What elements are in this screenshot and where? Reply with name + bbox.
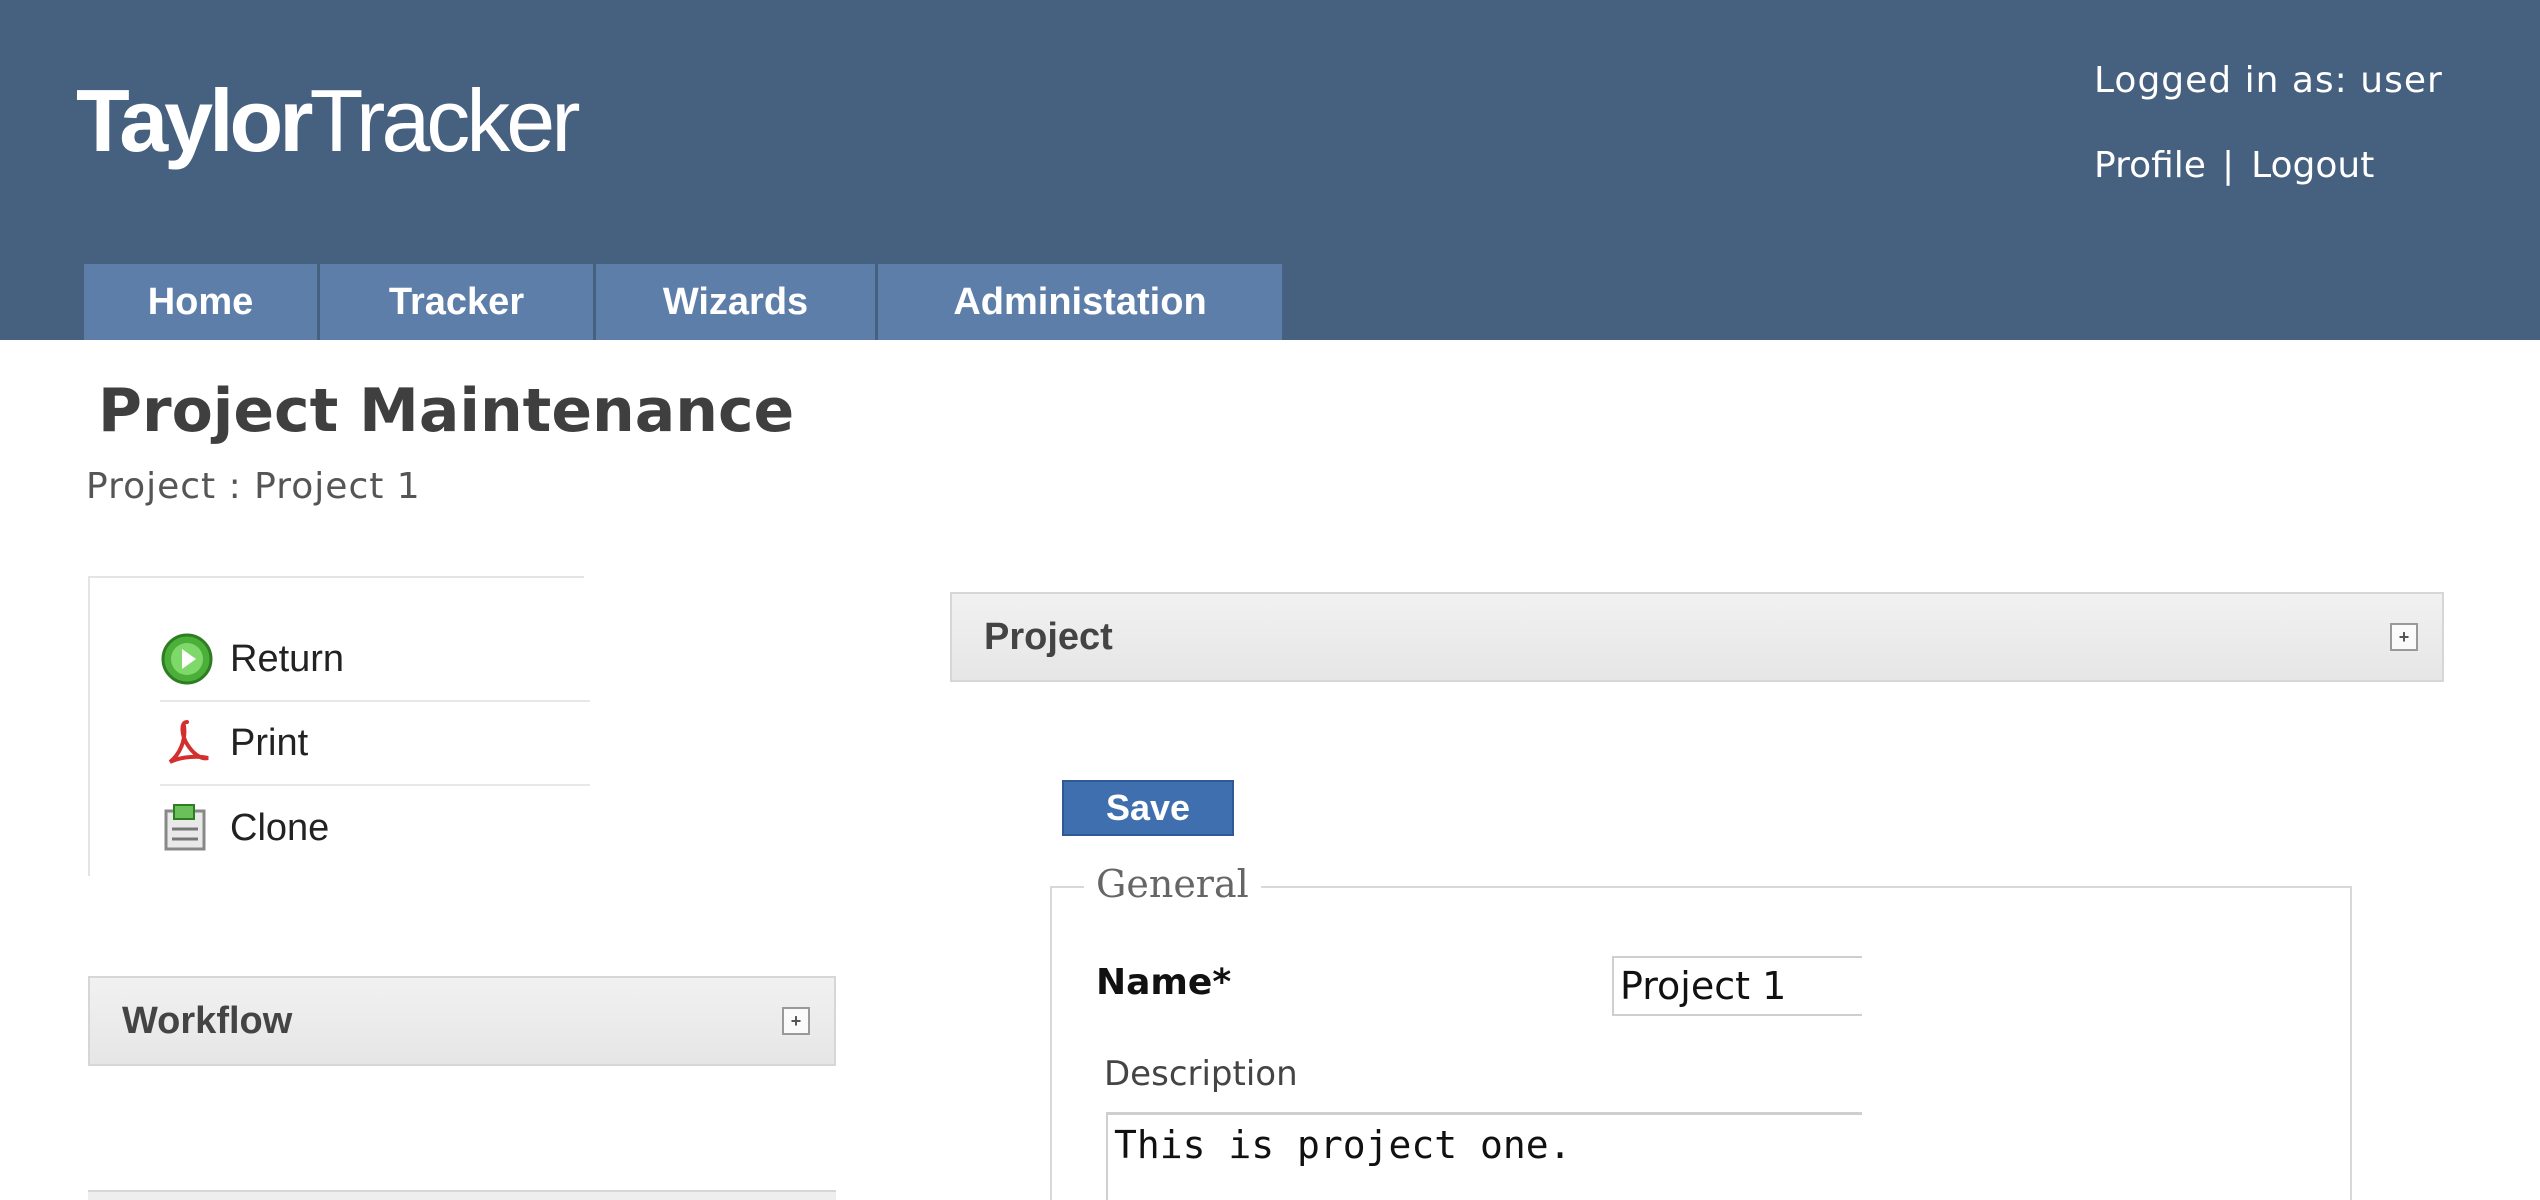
link-separator: | [2221,145,2236,186]
description-label: Description [1104,1054,1298,1094]
clone-action[interactable]: Clone [160,786,590,870]
actions-panel: Return Print Clone [88,576,590,876]
clone-label: Clone [230,806,330,849]
tab-administration[interactable]: Administation [878,264,1282,340]
clone-icon [160,801,214,855]
expand-icon[interactable]: + [2390,623,2418,651]
workflow-title: Workflow [122,999,293,1042]
tab-wizards[interactable]: Wizards [596,264,878,340]
logout-link[interactable]: Logout [2251,145,2374,186]
next-panel-header [88,1190,836,1200]
tab-tracker[interactable]: Tracker [320,264,596,340]
save-button[interactable]: Save [1062,780,1234,836]
logo-part-tracker: Tracker [309,71,581,170]
page-title: Project Maintenance [98,376,795,446]
return-icon [160,632,214,686]
return-action[interactable]: Return [160,618,590,702]
logged-in-status: Logged in as: user [2094,60,2443,101]
print-label: Print [230,721,309,764]
user-area: Logged in as: user Profile | Logout [2094,60,2443,186]
print-action[interactable]: Print [160,702,590,786]
name-label: Name* [1096,962,1232,1003]
logo-part-taylor: Taylor [76,71,314,170]
app-header: TaylorTracker Logged in as: user Profile… [0,0,2540,340]
pdf-icon [160,716,214,770]
main-nav: Home Tracker Wizards Administation [84,264,1282,340]
general-legend: General [1084,862,1261,906]
description-field[interactable]: This is project one. [1106,1112,1862,1200]
project-panel-header[interactable]: Project + [950,592,2444,682]
return-label: Return [230,637,345,680]
tab-home[interactable]: Home [84,264,320,340]
workflow-panel-header[interactable]: Workflow + [88,976,836,1066]
profile-link[interactable]: Profile [2094,145,2206,186]
app-logo[interactable]: TaylorTracker [76,70,581,172]
expand-icon[interactable]: + [782,1007,810,1035]
breadcrumb: Project : Project 1 [86,466,421,507]
project-panel-title: Project [984,615,1113,658]
name-field[interactable]: Project 1 [1612,956,1862,1016]
